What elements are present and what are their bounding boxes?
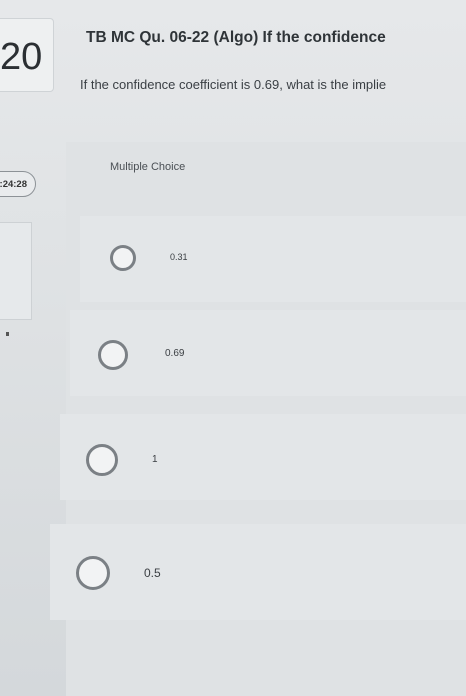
option-label-1: 0.31 xyxy=(170,252,188,262)
radio-button-3[interactable] xyxy=(86,444,118,476)
timer-badge: :24:28 xyxy=(0,171,36,197)
answer-option-4[interactable] xyxy=(50,524,466,620)
question-title: TB MC Qu. 06-22 (Algo) If the confidence xyxy=(86,29,386,46)
question-number: 20 xyxy=(0,36,43,78)
question-text: If the confidence coefficient is 0.69, w… xyxy=(80,77,387,92)
question-type-label: Multiple Choice xyxy=(110,161,186,173)
radio-button-4[interactable] xyxy=(76,556,110,590)
answer-option-1[interactable] xyxy=(80,216,466,302)
quiz-page: 20 TB MC Qu. 06-22 (Algo) If the confide… xyxy=(0,0,466,696)
option-label-2: 0.69 xyxy=(165,348,185,359)
radio-button-2[interactable] xyxy=(98,340,128,370)
answer-option-3[interactable] xyxy=(60,414,466,500)
answer-option-2[interactable] xyxy=(70,310,466,396)
side-marker xyxy=(6,332,9,336)
option-label-4: 0.5 xyxy=(144,566,161,580)
option-label-3: 1 xyxy=(152,454,158,465)
radio-button-1[interactable] xyxy=(110,245,136,271)
side-panel xyxy=(0,222,32,320)
